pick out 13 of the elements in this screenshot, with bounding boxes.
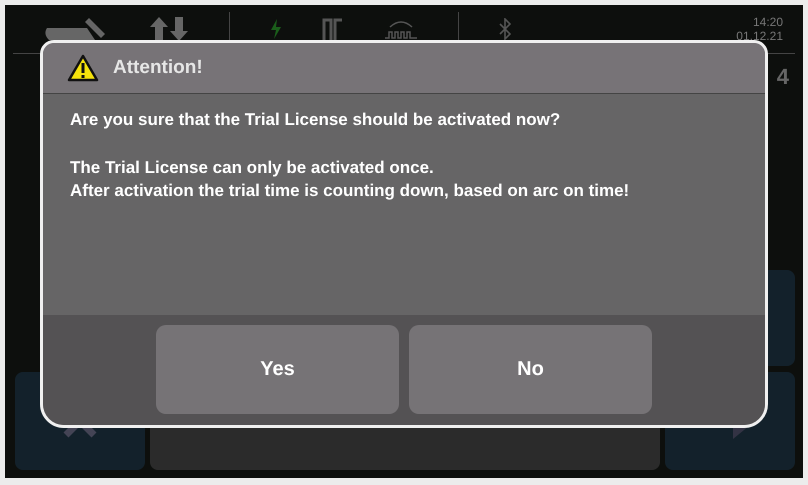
pulse-icon: [322, 18, 344, 40]
date: 01.12.21: [736, 29, 783, 43]
pulse-wave-icon: [384, 19, 418, 39]
tab-number: 4: [776, 64, 789, 91]
dialog-message: The Trial License can only be activated once. After activation the trial time is counting down, based on arc on time!: [70, 157, 630, 202]
dialog-message: Are you sure that the Trial License should be activated now?: [70, 109, 562, 131]
bluetooth-icon: [499, 18, 511, 40]
clock-time: 14:20: [752, 15, 783, 29]
dialog-button[interactable]: Yes: [156, 325, 399, 414]
warning-icon: [67, 54, 99, 82]
lightning-icon: [270, 19, 282, 39]
dialog-title: Attention!: [113, 57, 203, 79]
dialog-button[interactable]: No: [409, 325, 652, 414]
